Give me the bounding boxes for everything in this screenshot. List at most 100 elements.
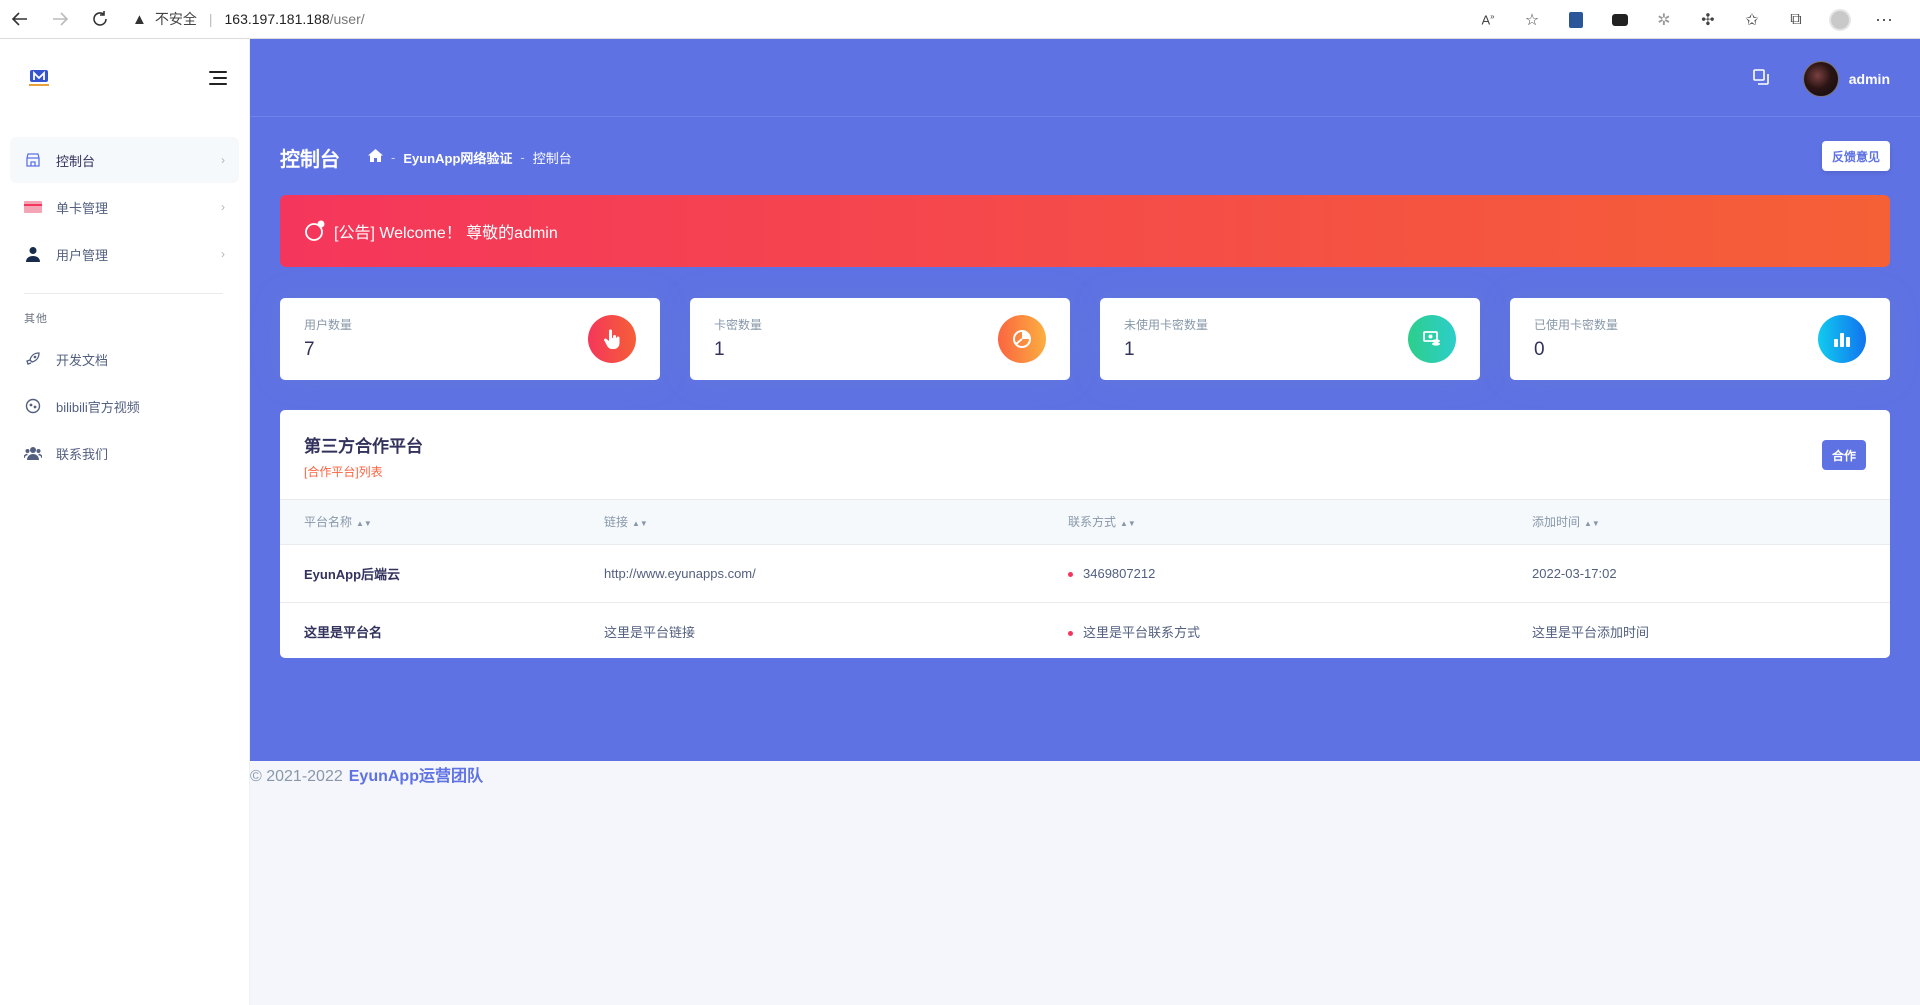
- hamburger-line: [209, 83, 227, 85]
- partner-platforms-table: 平台名称 ▲▼ 链接 ▲▼ 联系方式 ▲▼ 添加时间 ▲▼ EyunApp后端云 htt…: [280, 500, 1890, 658]
- card-subtitle: [合作平台]列表: [304, 465, 383, 479]
- store-icon: [24, 152, 42, 168]
- announcement-banner: [公告] Welcome！ 尊敬的admin: [280, 195, 1890, 267]
- url-path: /user/: [329, 11, 365, 27]
- collections-button[interactable]: ⧉: [1774, 0, 1818, 39]
- cell-platform-name: EyunApp后端云: [304, 566, 401, 582]
- window-toggle-button[interactable]: [1752, 68, 1769, 90]
- sidebar-item-label: 控制台: [56, 153, 96, 169]
- bilibili-icon: [24, 398, 42, 414]
- favorite-button[interactable]: ☆: [1510, 0, 1554, 39]
- sidebar-item-label: 用户管理: [56, 247, 109, 263]
- address-divider: |: [208, 11, 213, 27]
- stat-label: 用户数量: [304, 318, 353, 332]
- card-title: 第三方合作平台: [304, 437, 423, 456]
- column-header-label: 添加时间: [1532, 515, 1581, 530]
- sidebar-item-contact[interactable]: 联系我们: [10, 430, 239, 476]
- sort-icon: ▲▼: [1120, 519, 1136, 529]
- sidebar-item-user-management[interactable]: 用户管理 ›: [10, 231, 239, 277]
- cell-platform-name: 这里是平台名: [304, 624, 383, 640]
- logo-icon: [29, 70, 49, 86]
- word-extension-icon: [1569, 11, 1583, 28]
- insecure-label: 不安全: [154, 11, 197, 27]
- extension-gear-button[interactable]: ✲: [1642, 0, 1686, 39]
- column-header-contact[interactable]: 联系方式 ▲▼: [1068, 500, 1532, 544]
- breadcrumb-item: 控制台: [532, 150, 572, 166]
- column-header-platform-name[interactable]: 平台名称 ▲▼: [280, 500, 604, 544]
- sidebar-brand: [0, 39, 249, 117]
- extension-word-button[interactable]: [1554, 0, 1598, 39]
- column-header-link[interactable]: 链接 ▲▼: [604, 500, 1068, 544]
- chevron-right-icon: ›: [221, 247, 225, 261]
- hamburger-line: [209, 71, 227, 73]
- stat-value: 1: [714, 339, 725, 360]
- sidebar-other-menu: 开发文档 bilibili官方视频 联系我们: [0, 336, 249, 476]
- back-button[interactable]: [0, 0, 40, 39]
- stat-value: 1: [1124, 339, 1135, 360]
- brand-logo[interactable]: [26, 67, 52, 89]
- stat-card-cards: 卡密数量 1: [690, 298, 1070, 380]
- address-bar[interactable]: ▲ 不安全 | 163.197.181.188/user/: [132, 4, 365, 34]
- profile-icon: [1829, 8, 1851, 31]
- column-header-label: 平台名称: [304, 515, 353, 530]
- sort-icon: ▲▼: [1584, 519, 1600, 529]
- rocket-icon: [24, 351, 42, 367]
- read-aloud-button[interactable]: A»: [1466, 0, 1510, 39]
- contact-text: 3469807212: [1083, 565, 1156, 581]
- hand-pointer-icon: [588, 315, 636, 363]
- cell-added-time: 2022-03-17:02: [1532, 565, 1617, 581]
- sidebar-item-dashboard[interactable]: 控制台 ›: [10, 137, 239, 183]
- team-link[interactable]: EyunApp运营团队: [349, 768, 483, 785]
- sort-icon: ▲▼: [356, 519, 372, 529]
- cell-contact: 3469807212: [1068, 544, 1532, 602]
- sidebar-item-card-management[interactable]: 单卡管理 ›: [10, 184, 239, 230]
- sort-icon: ▲▼: [632, 519, 648, 529]
- extensions-button[interactable]: ✣: [1686, 0, 1730, 39]
- stat-card-unused-cards: 未使用卡密数量 1: [1100, 298, 1480, 380]
- sidebar-item-bilibili[interactable]: bilibili官方视频: [10, 383, 239, 429]
- stat-label: 未使用卡密数量: [1124, 318, 1209, 332]
- cell-contact: 这里是平台联系方式: [1068, 602, 1532, 658]
- table-header-row: 平台名称 ▲▼ 链接 ▲▼ 联系方式 ▲▼ 添加时间 ▲▼: [280, 500, 1890, 544]
- reload-icon: [93, 11, 107, 26]
- contact-text: 这里是平台联系方式: [1083, 624, 1201, 640]
- copy-square-icon: [1752, 68, 1769, 85]
- forward-button[interactable]: [40, 0, 80, 39]
- card-header: 第三方合作平台 [合作平台]列表 合作: [280, 410, 1890, 500]
- gear-icon: ✲: [1657, 11, 1671, 29]
- stat-value: 0: [1534, 339, 1545, 360]
- cell-link[interactable]: http://www.eyunapps.com/: [604, 544, 1068, 602]
- avatar[interactable]: [1802, 61, 1839, 97]
- sidebar-item-dev-docs[interactable]: 开发文档: [10, 336, 239, 382]
- more-icon: ···: [1875, 9, 1893, 29]
- footer: © 2021-2022 EyunApp运营团队: [250, 762, 483, 786]
- sidebar-toggle-button[interactable]: [209, 71, 227, 85]
- user-name[interactable]: admin: [1849, 71, 1890, 87]
- profile-button[interactable]: [1818, 0, 1862, 39]
- sidebar-item-label: 开发文档: [56, 352, 109, 368]
- breadcrumb-item[interactable]: EyunApp网络验证: [403, 148, 512, 167]
- sidebar-menu: 控制台 › 单卡管理 › 用户管理 ›: [0, 137, 249, 277]
- chevron-right-icon: ›: [221, 200, 225, 214]
- arrow-left-icon: [11, 12, 27, 26]
- cell-link[interactable]: 这里是平台链接: [604, 602, 1068, 658]
- topbar-actions: admin: [1752, 61, 1890, 97]
- stat-card-users: 用户数量 7: [280, 298, 660, 380]
- cooperate-button[interactable]: 合作: [1821, 440, 1866, 470]
- partner-platforms-card: 第三方合作平台 [合作平台]列表 合作 平台名称 ▲▼ 链接 ▲▼ 联系方式 ▲▼ 添…: [280, 410, 1890, 658]
- credit-card-icon: [24, 200, 42, 214]
- reload-button[interactable]: [80, 0, 120, 39]
- home-icon[interactable]: [368, 149, 383, 165]
- stat-label: 卡密数量: [714, 318, 763, 332]
- page-title: 控制台: [280, 148, 340, 171]
- sidebar-item-label: 联系我们: [56, 446, 109, 462]
- extension-game-button[interactable]: [1598, 0, 1642, 39]
- bell-icon: [304, 220, 326, 242]
- feedback-button[interactable]: 反馈意见: [1821, 141, 1890, 171]
- more-button[interactable]: ···: [1862, 0, 1906, 39]
- breadcrumb-separator: -: [391, 149, 396, 165]
- money-coins-icon: [1408, 315, 1456, 363]
- column-header-added-time[interactable]: 添加时间 ▲▼: [1532, 500, 1890, 544]
- stat-card-used-cards: 已使用卡密数量 0: [1510, 298, 1890, 380]
- favorites-button[interactable]: ✩: [1730, 0, 1774, 39]
